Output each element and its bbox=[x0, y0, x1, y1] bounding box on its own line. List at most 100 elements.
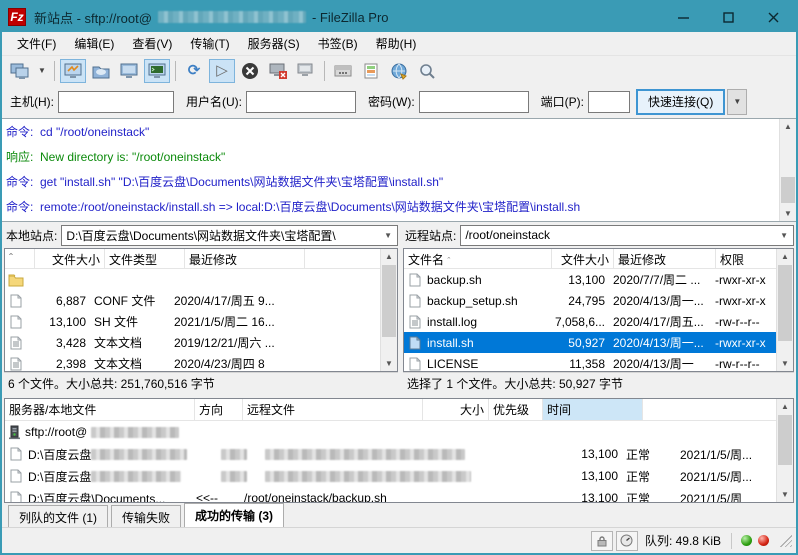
tab-successful-transfers[interactable]: 成功的传输 (3) bbox=[184, 503, 285, 527]
cell-priority: 正常 bbox=[626, 491, 651, 503]
tab-queued-files[interactable]: 列队的文件 (1) bbox=[8, 505, 109, 527]
quickconnect-dropdown-icon[interactable]: ▼ bbox=[727, 88, 748, 115]
file-icon bbox=[10, 447, 22, 461]
search-icon[interactable] bbox=[414, 59, 440, 83]
column-modified[interactable]: 最近修改 bbox=[614, 249, 716, 268]
cell-date: 2020/4/17/周五 9... bbox=[174, 294, 275, 308]
table-row[interactable]: 6,887 CONF 文件 2020/4/17/周五 9... bbox=[5, 290, 380, 311]
remote-path-combo[interactable]: /root/oneinstack ▼ bbox=[460, 224, 794, 246]
speed-limits-icon[interactable] bbox=[615, 530, 638, 551]
password-input[interactable] bbox=[418, 90, 529, 113]
scroll-down-icon[interactable]: ▼ bbox=[777, 356, 793, 371]
local-pane: 本地站点: D:\百度云盘\Documents\网站数据文件夹\宝塔配置\ ▼ … bbox=[4, 224, 398, 394]
cell-size: 50,927 bbox=[568, 335, 605, 350]
scroll-thumb[interactable] bbox=[781, 177, 795, 203]
process-queue-icon[interactable]: ▷ bbox=[209, 58, 235, 83]
scroll-down-icon[interactable]: ▼ bbox=[777, 487, 793, 502]
queue-file-row[interactable]: D:\百度云盘 13,100 正常 2021/1/5/周... bbox=[5, 465, 776, 487]
table-row-selected[interactable]: install.sh 50,927 2020/4/13/周一... -rwxr-… bbox=[404, 332, 776, 353]
local-tree-toggle-icon[interactable] bbox=[88, 59, 114, 83]
folder-icon bbox=[8, 274, 24, 286]
reconnect-icon[interactable] bbox=[293, 59, 319, 83]
menu-bar: 文件(F) 编辑(E) 查看(V) 传输(T) 服务器(S) 书签(B) 帮助(… bbox=[2, 32, 796, 56]
cancel-icon[interactable] bbox=[237, 59, 263, 83]
menu-file[interactable]: 文件(F) bbox=[8, 32, 65, 55]
column-remotefile[interactable]: 远程文件 bbox=[243, 399, 423, 420]
remote-status: 选择了 1 个文件。大小总共: 50,927 字节 bbox=[403, 372, 794, 394]
queue-file-row[interactable]: D:\百度云盘\Documents... <<-- /root/oneinsta… bbox=[5, 487, 776, 502]
quickconnect-button[interactable]: 快速连接(Q) bbox=[636, 88, 726, 115]
scroll-thumb[interactable] bbox=[778, 415, 792, 465]
maximize-button[interactable] bbox=[706, 2, 751, 32]
log-label: 命令: bbox=[6, 175, 34, 189]
directory-comparison-icon[interactable] bbox=[358, 59, 384, 83]
table-row[interactable]: backup_setup.sh 24,795 2020/4/13/周一... -… bbox=[404, 290, 776, 311]
message-log-toggle-icon[interactable] bbox=[60, 58, 86, 83]
lock-icon[interactable] bbox=[590, 530, 613, 551]
menu-server[interactable]: 服务器(S) bbox=[239, 32, 309, 55]
table-row[interactable]: 3,428 文本文档 2019/12/21/周六 ... bbox=[5, 332, 380, 353]
queue-server-row[interactable]: sftp://root@ bbox=[5, 421, 776, 443]
table-row[interactable] bbox=[5, 269, 380, 290]
column-direction[interactable]: 方向 bbox=[195, 399, 243, 420]
table-row[interactable]: LICENSE 11,358 2020/4/13/周一 -rw-r--r-- bbox=[404, 353, 776, 371]
cell-date: 2020/4/13/周一... bbox=[613, 336, 704, 350]
log-text: get "install.sh" "D:\百度云盘\Documents\网站数据… bbox=[40, 175, 444, 189]
tab-failed-transfers[interactable]: 传输失败 bbox=[111, 505, 182, 527]
scroll-up-icon[interactable]: ▲ bbox=[777, 399, 793, 414]
queue-view-toggle-icon[interactable] bbox=[144, 58, 170, 83]
column-filename-collapsed[interactable]: ˆ bbox=[5, 249, 35, 268]
table-row[interactable]: 13,100 SH 文件 2021/1/5/周二 16... bbox=[5, 311, 380, 332]
queue-scrollbar[interactable]: ▲ ▼ bbox=[776, 399, 793, 502]
site-manager-dropdown-icon[interactable]: ▼ bbox=[35, 59, 49, 83]
close-button[interactable] bbox=[751, 2, 796, 32]
column-server-localfile[interactable]: 服务器/本地文件 bbox=[5, 399, 195, 420]
column-filesize[interactable]: 文件大小 bbox=[35, 249, 105, 268]
table-row[interactable]: backup.sh 13,100 2020/7/7/周二 ... -rwxr-x… bbox=[404, 269, 776, 290]
filter-icon[interactable] bbox=[330, 59, 356, 83]
port-input[interactable] bbox=[588, 90, 630, 113]
column-modified[interactable]: 最近修改 bbox=[185, 249, 305, 268]
remote-list-scrollbar[interactable]: ▲ ▼ bbox=[776, 249, 793, 371]
menu-bookmarks[interactable]: 书签(B) bbox=[309, 32, 367, 55]
chevron-down-icon[interactable]: ▼ bbox=[775, 231, 793, 240]
column-filename[interactable]: 文件名 ˆ bbox=[404, 249, 552, 268]
scroll-up-icon[interactable]: ▲ bbox=[381, 249, 397, 264]
menu-transfer[interactable]: 传输(T) bbox=[181, 32, 238, 55]
refresh-icon[interactable]: ⟳ bbox=[181, 59, 207, 83]
remote-tree-toggle-icon[interactable] bbox=[116, 59, 142, 83]
table-row[interactable]: install.log 7,058,6... 2020/4/17/周五... -… bbox=[404, 311, 776, 332]
chevron-down-icon[interactable]: ▼ bbox=[379, 231, 397, 240]
column-filesize[interactable]: 文件大小 bbox=[552, 249, 614, 268]
local-list-scrollbar[interactable]: ▲ ▼ bbox=[380, 249, 397, 371]
column-time[interactable]: 时间 bbox=[543, 399, 643, 420]
disconnect-icon[interactable] bbox=[265, 59, 291, 83]
cell-priority: 正常 bbox=[626, 447, 651, 462]
log-text: New directory is: "/root/oneinstack" bbox=[40, 150, 226, 164]
log-scrollbar[interactable]: ▲ ▼ bbox=[779, 119, 796, 221]
cell-time: 2021/1/5/周 bbox=[680, 491, 743, 503]
resize-grip[interactable] bbox=[780, 534, 792, 547]
scroll-thumb[interactable] bbox=[778, 265, 792, 341]
menu-edit[interactable]: 编辑(E) bbox=[65, 32, 123, 55]
host-input[interactable] bbox=[58, 90, 174, 113]
queue-file-row[interactable]: D:\百度云盘 13,100 正常 2021/1/5/周... bbox=[5, 443, 776, 465]
site-manager-icon[interactable] bbox=[7, 59, 33, 83]
column-priority[interactable]: 优先级 bbox=[489, 399, 543, 420]
column-size[interactable]: 大小 bbox=[423, 399, 489, 420]
local-path-combo[interactable]: D:\百度云盘\Documents\网站数据文件夹\宝塔配置\ ▼ bbox=[61, 224, 398, 246]
menu-help[interactable]: 帮助(H) bbox=[367, 32, 426, 55]
scroll-down-icon[interactable]: ▼ bbox=[780, 206, 796, 221]
remote-rows: backup.sh 13,100 2020/7/7/周二 ... -rwxr-x… bbox=[404, 269, 776, 371]
synchronized-browsing-icon[interactable] bbox=[386, 59, 412, 83]
scroll-up-icon[interactable]: ▲ bbox=[777, 249, 793, 264]
scroll-thumb[interactable] bbox=[382, 265, 396, 337]
column-filetype[interactable]: 文件类型 bbox=[105, 249, 185, 268]
username-input[interactable] bbox=[246, 90, 356, 113]
minimize-button[interactable] bbox=[661, 2, 706, 32]
remote-site-bar: 远程站点: /root/oneinstack ▼ bbox=[403, 224, 794, 246]
scroll-up-icon[interactable]: ▲ bbox=[780, 119, 796, 134]
menu-view[interactable]: 查看(V) bbox=[123, 32, 181, 55]
scroll-down-icon[interactable]: ▼ bbox=[381, 356, 397, 371]
table-row[interactable]: 2,398 文本文档 2020/4/23/周四 8 bbox=[5, 353, 380, 371]
